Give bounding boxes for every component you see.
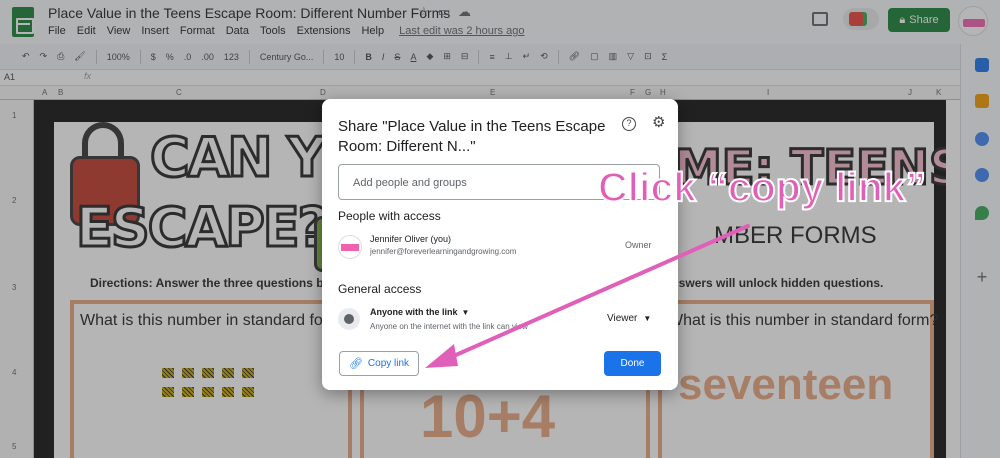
annotation-arrow [425,224,750,368]
annotation-text: Click “copy link” [597,163,927,211]
arrow-shaft [438,224,750,364]
arrow-head [425,344,458,368]
